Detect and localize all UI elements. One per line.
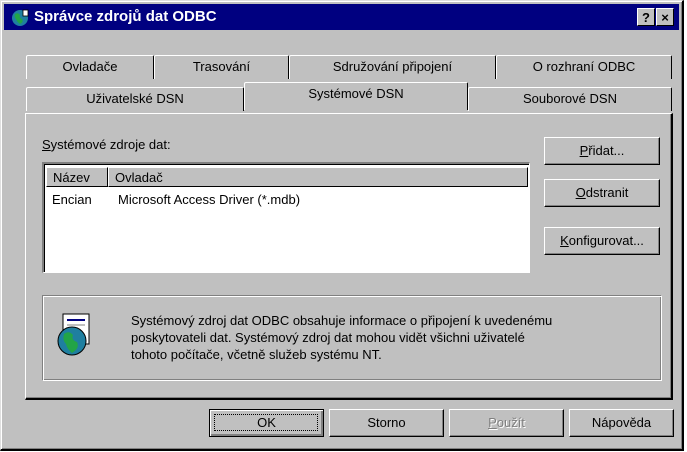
info-line-1: Systémový zdroj dat ODBC obsahuje inform… xyxy=(131,313,553,328)
list-item-name[interactable]: Encian xyxy=(52,191,92,209)
cancel-button[interactable]: Storno xyxy=(329,409,444,437)
window-title: Správce zdrojů dat ODBC xyxy=(34,8,217,25)
title-bar[interactable]: Správce zdrojů dat ODBC ? × xyxy=(4,4,679,30)
system-data-sources-label: Systémové zdroje dat: xyxy=(42,137,171,152)
info-line-3: tohoto počítače, včetně služeb systému N… xyxy=(131,347,382,362)
info-line-2: poskytovateli dat. Systémový zdroj dat m… xyxy=(131,330,525,345)
remove-mnemonic: O xyxy=(575,185,586,200)
help-button[interactable]: ? xyxy=(637,8,655,26)
tab-uzivatelske-dsn[interactable]: Uživatelské DSN xyxy=(26,87,244,111)
help-dialog-button[interactable]: Nápověda xyxy=(569,409,674,437)
label-text: ystémové zdroje dat: xyxy=(50,137,171,152)
column-header-name[interactable]: Název xyxy=(46,167,108,187)
configure-mnemonic: K xyxy=(560,233,569,248)
close-button[interactable]: × xyxy=(656,8,674,26)
add-button[interactable]: Přidat... xyxy=(544,137,660,165)
tab-trasovani[interactable]: Trasování xyxy=(154,55,289,79)
info-box: Systémový zdroj dat ODBC obsahuje inform… xyxy=(42,295,662,381)
label-mnemonic: S xyxy=(42,137,51,152)
data-source-list[interactable]: Název Ovladač Encian Microsoft Access Dr… xyxy=(42,162,530,273)
info-text: Systémový zdroj dat ODBC obsahuje inform… xyxy=(131,312,656,363)
data-source-globe-icon xyxy=(57,313,90,356)
tab-sdruzovani[interactable]: Sdružování připojení xyxy=(289,55,496,79)
ok-button[interactable]: OK xyxy=(209,409,324,437)
tab-souborove-dsn[interactable]: Souborové DSN xyxy=(468,87,672,111)
focus-rect xyxy=(214,414,318,431)
remove-button[interactable]: Odstranit xyxy=(544,179,660,207)
odbc-dialog: Správce zdrojů dat ODBC ? × Ovladače Tra… xyxy=(0,0,684,451)
globe-icon xyxy=(12,9,29,26)
column-header-driver[interactable]: Ovladač xyxy=(108,167,528,187)
configure-label: onfigurovat... xyxy=(568,233,644,248)
remove-label: dstranit xyxy=(585,185,629,200)
tab-o-rozhrani[interactable]: O rozhraní ODBC xyxy=(496,55,672,79)
apply-label: oužít xyxy=(496,415,525,430)
configure-button[interactable]: Konfigurovat... xyxy=(544,227,660,255)
apply-mnemonic: P xyxy=(488,415,497,430)
tab-systemove-dsn[interactable]: Systémové DSN xyxy=(244,82,468,110)
apply-button[interactable]: Použít xyxy=(449,409,564,437)
list-item-driver[interactable]: Microsoft Access Driver (*.mdb) xyxy=(118,191,300,209)
add-mnemonic: P xyxy=(579,143,589,158)
add-label: řidat... xyxy=(588,143,625,158)
tab-ovladace[interactable]: Ovladače xyxy=(26,55,154,79)
